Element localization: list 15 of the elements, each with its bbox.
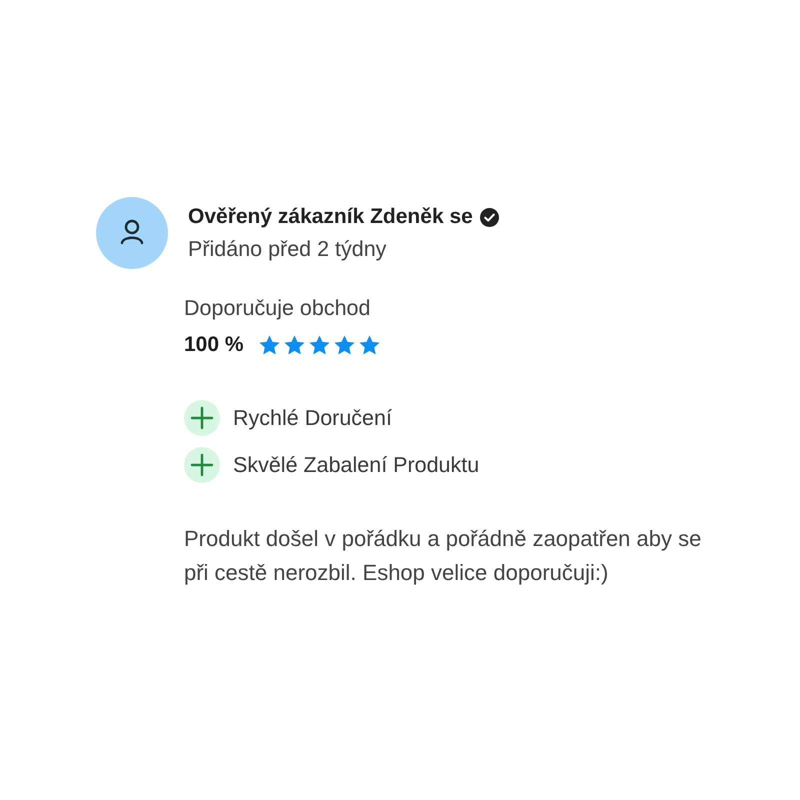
review-date: Přidáno před 2 týdny xyxy=(188,236,388,263)
star-icon xyxy=(308,334,331,356)
star-icon xyxy=(332,334,356,356)
star-icon xyxy=(358,334,381,356)
pro-text: Skvělé Zabalení Produktu xyxy=(233,452,480,478)
plus-icon xyxy=(184,447,220,483)
review-text: Produkt došel v pořádku a pořádně zaopatřen aby se při cestě nerozbil. Eshop velice doporučuji:) xyxy=(184,525,702,587)
pro-text: Rychlé Doručení xyxy=(233,406,392,430)
recommend-percent: 100 % xyxy=(184,332,244,358)
reviewer-name: Ověřený zákazník Zdeněk se xyxy=(188,205,473,229)
star-icon xyxy=(258,334,281,356)
star-icon xyxy=(282,334,306,356)
avatar-icon xyxy=(96,197,168,269)
plus-icon xyxy=(184,400,220,436)
recommend-label: Doporučuje obchod xyxy=(184,295,370,322)
